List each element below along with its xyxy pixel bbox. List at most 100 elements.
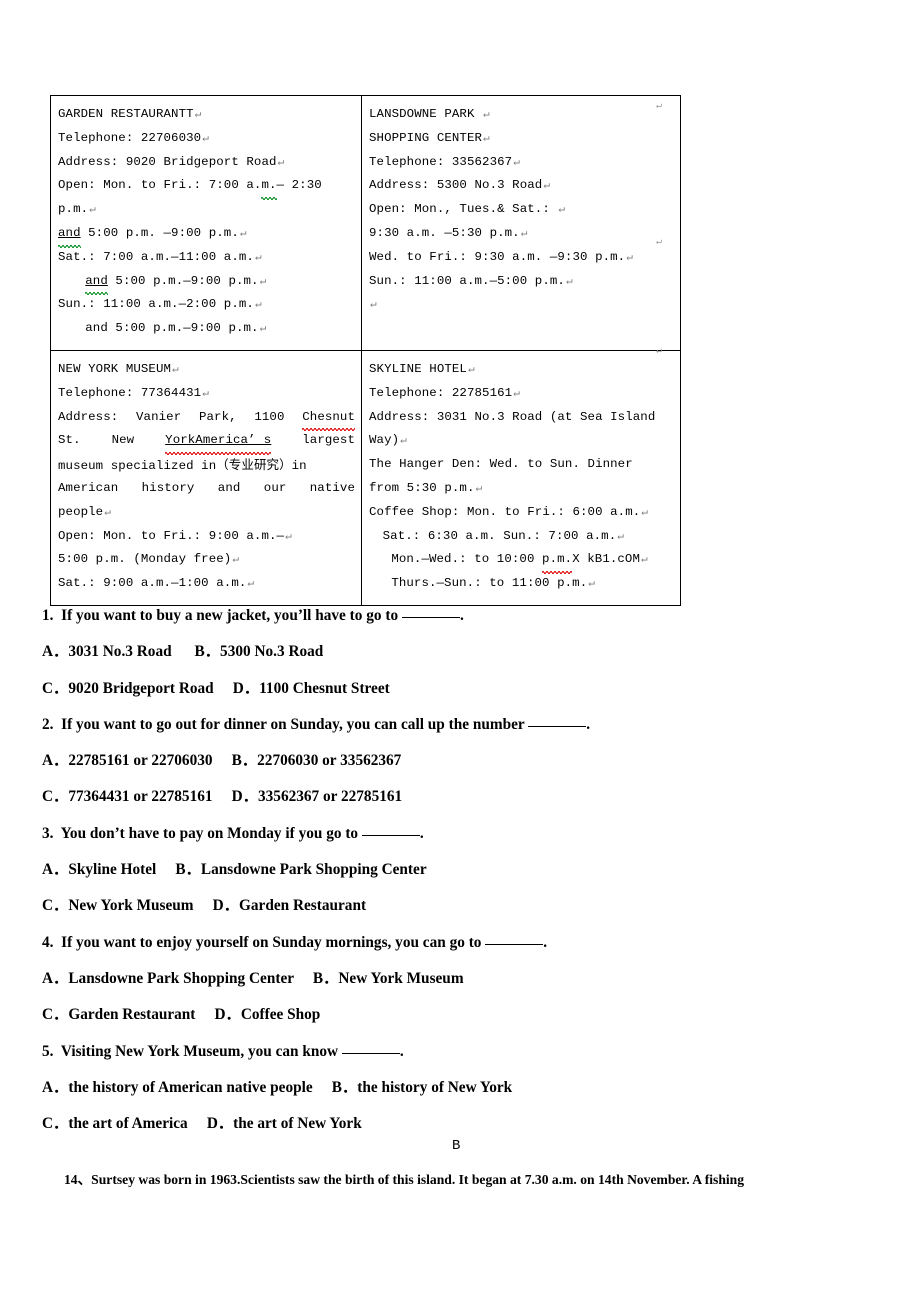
- footer-paragraph: 14、Surtsey was born in 1963.Scientists s…: [64, 1172, 745, 1187]
- answer-blank: [485, 943, 544, 945]
- answer-blank: [528, 725, 587, 727]
- question-5-options-row-1[interactable]: A．the history of American native people …: [42, 1070, 892, 1106]
- pilcrow-icon: ↵: [285, 530, 292, 543]
- pilcrow-icon: ↵: [475, 482, 483, 495]
- cell-skyline-hotel: SKYLINE HOTEL↵ Telephone: 22785161↵ Addr…: [361, 349, 681, 606]
- venue-info-table: GARDEN RESTAURANTT↵ Telephone: 22706030↵…: [50, 95, 681, 606]
- venue-hours-line: and 5:00 p.m. —9:00 p.m.↵: [58, 222, 355, 248]
- venue-title: SKYLINE HOTEL↵: [369, 361, 475, 376]
- venue-description-line: museum specialized in（专业研究）in: [58, 457, 307, 474]
- pilcrow-icon: ↵: [483, 132, 490, 145]
- pilcrow-icon: ↵: [247, 578, 255, 591]
- venue-hours-line: 9:30 a.m. —5:30 p.m.↵: [369, 225, 528, 240]
- venue-empty-line: ↵: [369, 293, 674, 317]
- pilcrow-icon: ↵: [232, 554, 240, 567]
- cell-new-york-museum: NEW YORK MUSEUM↵ Telephone: 77364431↵ Ad…: [50, 349, 362, 606]
- pilcrow-icon: ↵: [588, 578, 595, 591]
- venue-hours-line: Open: Mon. to Fri.: 7:00 a.m.— 2:30: [58, 174, 355, 200]
- cell-lansdowne-park-shopping-center: LANSDOWNE PARK ↵ SHOPPING CENTER↵ Teleph…: [361, 95, 681, 351]
- question-1-options-row-1[interactable]: A．3031 No.3 Road B．5300 No.3 Road: [42, 634, 892, 670]
- pilcrow-icon: ↵: [513, 156, 520, 169]
- venue-title: GARDEN RESTAURANTT↵: [58, 107, 202, 121]
- question-1-options-row-2[interactable]: C．9020 Bridgeport Road D．1100 Chesnut St…: [42, 671, 892, 707]
- pilcrow-icon: ↵: [172, 363, 179, 376]
- answer-key-mark: B: [452, 1138, 461, 1154]
- question-3-options-row-1[interactable]: A．Skyline Hotel B．Lansdowne Park Shoppin…: [42, 852, 892, 888]
- venue-hours-line: Open: Mon., Tues.& Sat.: ↵: [369, 202, 566, 217]
- cjk-gloss: 专业研究: [228, 457, 280, 473]
- pilcrow-icon: ↵: [483, 109, 490, 121]
- venue-address: Address: 5300 No.3 Road↵: [369, 178, 551, 193]
- pilcrow-icon: ↵: [202, 387, 209, 400]
- venue-telephone: Telephone: 77364431↵: [58, 385, 209, 400]
- pilcrow-icon: ↵: [89, 204, 96, 217]
- venue-hours-line: Sun.: 11:00 a.m.—2:00 p.m.↵: [58, 297, 262, 312]
- venue-restaurant-line: The Hanger Den: Wed. to Sun. Dinner: [369, 457, 633, 472]
- grammar-squiggle-icon: and: [58, 222, 81, 248]
- question-5-stem: 5. Visiting New York Museum, you can kno…: [42, 1042, 404, 1060]
- venue-hours-line: Open: Mon. to Fri.: 9:00 a.m.—↵: [58, 528, 292, 543]
- venue-coffee-shop-line: Sat.: 6:30 a.m. Sun.: 7:00 a.m.↵: [382, 528, 624, 543]
- answer-blank: [341, 1052, 400, 1054]
- question-2-stem: 2. If you want to go out for dinner on S…: [42, 715, 591, 733]
- pilcrow-icon: ↵: [259, 275, 267, 288]
- question-4-options-row-1[interactable]: A．Lansdowne Park Shopping Center B．New Y…: [42, 961, 892, 997]
- pilcrow-icon: ↵: [656, 101, 663, 112]
- venue-address-cont: Way)↵: [369, 433, 407, 448]
- venue-address: Address: Vanier Park, 1100 Chesnut: [58, 406, 355, 432]
- question-2-options-row-2[interactable]: C．77364431 or 22785161 D．33562367 or 227…: [42, 779, 892, 815]
- venue-coffee-shop-line: Thurs.—Sun.: to 11:00 p.m.↵: [391, 576, 595, 591]
- pilcrow-icon: ↵: [558, 204, 566, 217]
- questions-list: 1. If you want to buy a new jacket, you’…: [42, 598, 892, 1142]
- pilcrow-icon: ↵: [513, 387, 520, 400]
- question-3-options-row-2[interactable]: C．New York Museum D．Garden Restaurant: [42, 888, 892, 924]
- pilcrow-icon: ↵: [400, 435, 407, 448]
- pilcrow-icon: ↵: [202, 132, 209, 145]
- venue-description-line: St. New YorkAmerica’ s largest: [58, 429, 355, 455]
- venue-hours-line: Sun.: 11:00 a.m.—5:00 p.m.↵: [369, 273, 573, 288]
- venue-hours-line: 5:00 p.m. (Monday free)↵: [58, 552, 240, 567]
- pilcrow-icon: ↵: [467, 363, 475, 376]
- pilcrow-icon: ↵: [520, 227, 528, 240]
- venue-hours-line: Wed. to Fri.: 9:30 a.m. —9:30 p.m.↵: [369, 249, 633, 264]
- venue-telephone: Telephone: 22706030↵: [58, 130, 209, 145]
- venue-telephone: Telephone: 22785161↵: [369, 385, 520, 400]
- pilcrow-icon: ↵: [543, 180, 551, 193]
- question-3-stem: 3. You don’t have to pay on Monday if yo…: [42, 824, 424, 842]
- table-row: NEW YORK MUSEUM↵ Telephone: 77364431↵ Ad…: [50, 349, 681, 606]
- venue-address: Address: 9020 Bridgeport Road↵: [58, 154, 285, 169]
- venue-hours-line: and 5:00 p.m.—9:00 p.m.↵: [58, 270, 355, 296]
- pilcrow-icon: ↵: [194, 109, 202, 121]
- venue-title: NEW YORK MUSEUM↵: [58, 361, 179, 376]
- venue-subtitle: SHOPPING CENTER↵: [369, 130, 490, 145]
- table-row: GARDEN RESTAURANTT↵ Telephone: 22706030↵…: [50, 95, 681, 351]
- pilcrow-icon: ↵: [617, 530, 624, 543]
- answer-blank: [401, 617, 460, 618]
- pilcrow-icon: ↵: [277, 156, 285, 169]
- question-2-options-row-1[interactable]: A．22785161 or 22706030 B．22706030 or 335…: [42, 743, 892, 779]
- question-4-options-row-2[interactable]: C．Garden Restaurant D．Coffee Shop: [42, 997, 892, 1033]
- venue-hours-line: p.m.↵: [58, 202, 96, 217]
- venue-title: LANSDOWNE PARK ↵: [369, 107, 490, 121]
- venue-coffee-shop-line: Mon.—Wed.: to 10:00 p.m.X kB1.cOM↵: [369, 548, 674, 574]
- spellcheck-squiggle-icon: YorkAmerica’ s: [165, 429, 272, 455]
- question-4-stem: 4. If you want to enjoy yourself on Sund…: [42, 933, 548, 951]
- pilcrow-icon: ↵: [626, 251, 633, 264]
- venue-empty-line: [369, 317, 674, 341]
- pilcrow-icon: ↵: [239, 227, 247, 240]
- venue-coffee-shop-line: Coffee Shop: Mon. to Fri.: 6:00 a.m.↵: [369, 504, 649, 519]
- venue-description-line: people↵: [58, 504, 111, 519]
- question-5-options-row-2[interactable]: C．the art of America D．the art of New Yo…: [42, 1106, 892, 1142]
- pilcrow-icon: ↵: [565, 275, 573, 288]
- pilcrow-icon: ↵: [641, 506, 649, 519]
- pilcrow-icon: ↵: [259, 323, 267, 336]
- pilcrow-icon: ↵: [104, 506, 111, 519]
- venue-restaurant-line: from 5:30 p.m.↵: [369, 480, 483, 495]
- pilcrow-icon: ↵: [656, 346, 663, 357]
- pilcrow-icon: ↵: [656, 237, 663, 248]
- spellcheck-squiggle-icon: p.m.: [542, 548, 573, 574]
- venue-hours-line: and 5:00 p.m.—9:00 p.m.↵: [85, 321, 267, 336]
- question-1-stem: 1. If you want to buy a new jacket, you’…: [42, 607, 464, 624]
- venue-hours-line: Sat.: 9:00 a.m.—1:00 a.m.↵: [58, 576, 255, 591]
- pilcrow-icon: ↵: [254, 299, 262, 312]
